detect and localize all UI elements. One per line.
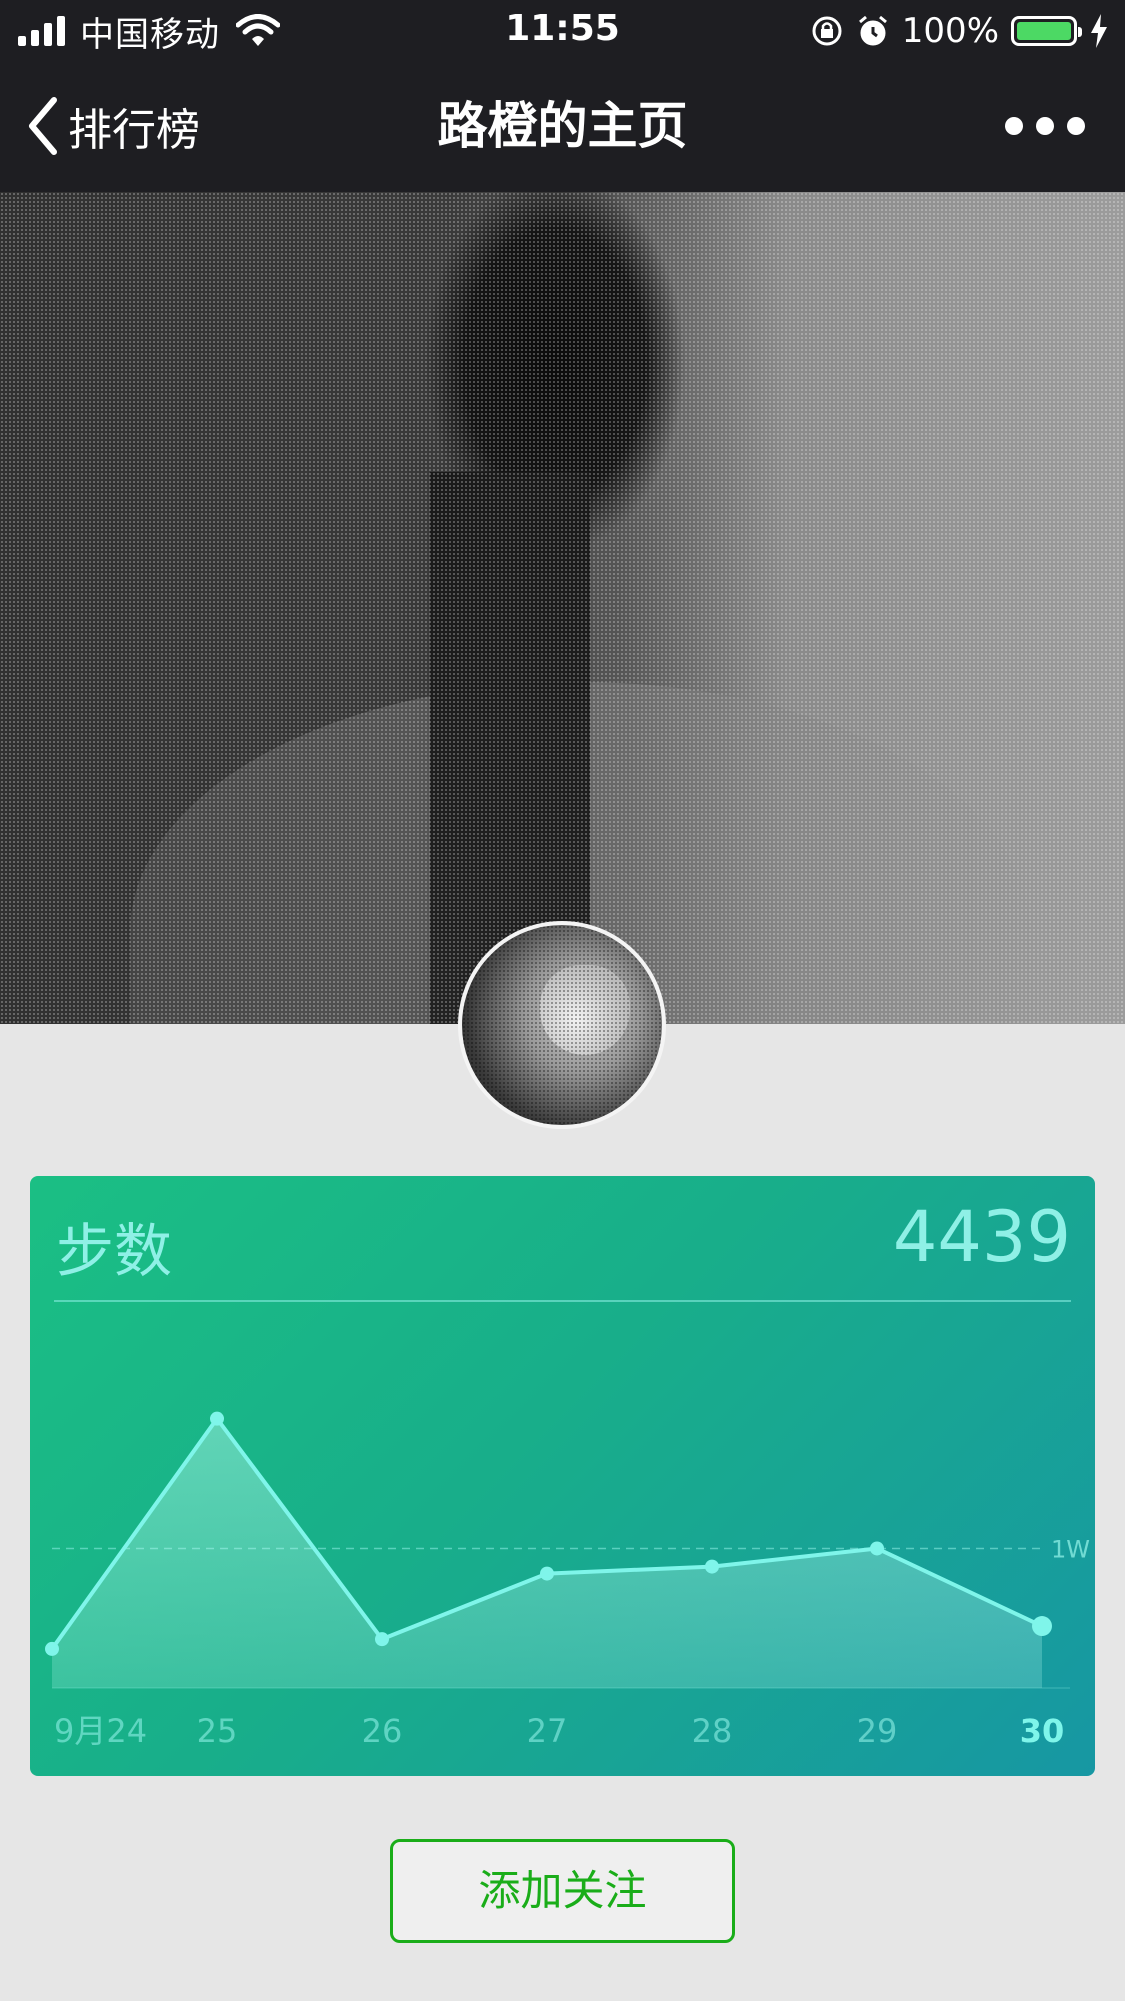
chevron-left-icon: [29, 97, 57, 155]
steps-chart: 1W 9月24 25 26 27 28 29 30: [45, 1411, 1090, 1750]
battery-percent: 100%: [901, 11, 999, 51]
rotation-lock-icon: [812, 16, 842, 46]
back-label: 排行榜: [68, 105, 200, 156]
data-point: [375, 1632, 389, 1647]
more-dot: [1005, 117, 1023, 135]
data-point: [870, 1541, 884, 1556]
more-dot: [1036, 117, 1054, 135]
avatar[interactable]: [458, 921, 666, 1129]
cover-dither: [0, 192, 1125, 1024]
x-tick-label: 25: [197, 1712, 238, 1750]
more-dot: [1067, 117, 1085, 135]
data-point: [45, 1641, 59, 1656]
follow-button[interactable]: 添加关注: [390, 1839, 735, 1943]
data-point: [705, 1559, 719, 1574]
area-fill: [52, 1418, 1042, 1688]
back-button[interactable]: 排行榜: [26, 90, 200, 162]
status-right: 100%: [810, 10, 1109, 52]
x-tick-label: 30: [1020, 1712, 1065, 1750]
x-tick-label: 28: [692, 1712, 733, 1750]
page-title: 路橙的主页: [437, 97, 688, 155]
data-point: [210, 1411, 224, 1426]
x-tick-label: 29: [857, 1712, 898, 1750]
alarm-icon: [858, 15, 887, 46]
status-bar: 中国移动 11:55 100%: [0, 0, 1125, 62]
charging-bolt-icon: [1091, 14, 1107, 48]
battery-fill: [1017, 22, 1071, 40]
data-point: [540, 1566, 554, 1581]
reference-line-label: 1W: [1051, 1535, 1090, 1563]
nav-bar: 排行榜 路橙的主页: [0, 62, 1125, 192]
x-tick-label: 9月24: [54, 1712, 147, 1750]
data-point: [1032, 1616, 1052, 1637]
x-tick-label: 27: [527, 1712, 568, 1750]
cover-photo: [0, 192, 1125, 1024]
steps-card[interactable]: 步数 4439 1W 9月24 25 26 27 28 29 30: [30, 1176, 1095, 1776]
battery-icon: [1011, 16, 1082, 46]
more-button[interactable]: [1005, 100, 1085, 152]
x-tick-label: 26: [362, 1712, 403, 1750]
